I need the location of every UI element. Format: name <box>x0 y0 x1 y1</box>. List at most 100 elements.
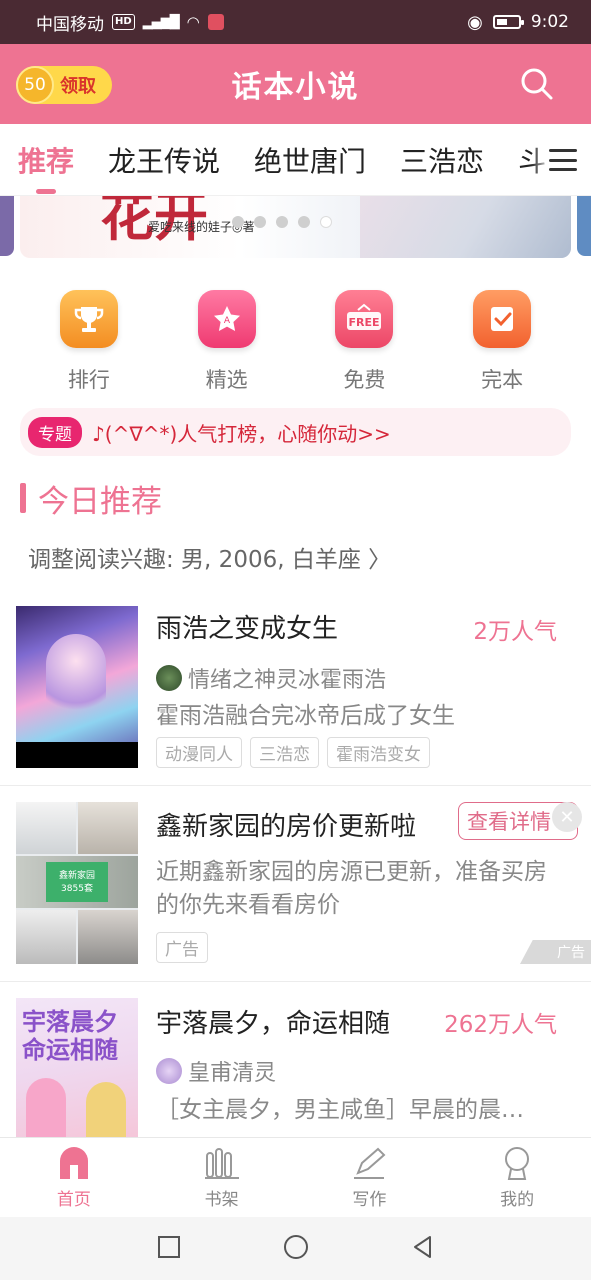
notification-icon <box>207 14 224 30</box>
carousel-dot <box>276 216 288 228</box>
book-tag[interactable]: 三浩恋 <box>250 737 319 768</box>
tab-san-hao-lian[interactable]: 三浩恋 <box>400 140 484 180</box>
status-bar: 中国移动 HD ▂▄▆█ ◠ ◉ 9:02 <box>0 0 591 44</box>
ad-label: 广告 <box>520 940 591 964</box>
book-popularity: 2万人气 <box>473 619 557 645</box>
author-name: 情绪之神灵冰霍雨浩 <box>188 668 387 693</box>
menu-icon <box>549 149 577 171</box>
more-tabs-button[interactable] <box>531 124 591 195</box>
section-accent-bar <box>20 483 26 513</box>
carousel-dot <box>254 216 266 228</box>
banner-next-peek <box>577 196 591 256</box>
carousel-dots <box>232 216 332 228</box>
recent-apps-button[interactable] <box>156 1234 182 1264</box>
carousel-dot-active <box>320 216 332 228</box>
divider <box>0 981 591 982</box>
book-popularity: 262万人气 <box>444 1012 557 1038</box>
banner-prev-peek <box>0 196 14 256</box>
ad-title: 鑫新家园的房价更新啦 <box>156 812 417 842</box>
author-name: 皇甫清灵 <box>188 1061 277 1086</box>
section-header: 今日推荐 <box>20 478 162 520</box>
book-tag[interactable]: 动漫同人 <box>156 737 242 768</box>
close-icon[interactable]: ✕ <box>552 802 582 832</box>
coin-claim-label: 领取 <box>60 76 96 97</box>
category-tabs: 推荐 龙王传说 绝世唐门 三浩恋 斗 <box>0 124 591 196</box>
ad-description-line: 近期鑫新家园的房源已更新，准备买房 <box>156 859 547 885</box>
category-label: 完本 <box>481 368 524 392</box>
battery-icon <box>492 15 524 29</box>
category-free[interactable]: FREE 免费 <box>309 290 419 400</box>
bottom-navigation: 首页 书架 写作 我的 <box>0 1137 591 1217</box>
trophy-icon <box>59 290 118 348</box>
back-button[interactable] <box>410 1234 436 1264</box>
nav-label: 写作 <box>352 1190 387 1210</box>
category-featured[interactable]: A 精选 <box>172 290 282 400</box>
ad-tag: 广告 <box>156 932 208 963</box>
home-icon <box>54 1145 94 1181</box>
coin-reward-button[interactable]: 50 领取 <box>16 66 112 104</box>
category-ranking[interactable]: 排行 <box>34 290 144 400</box>
pencil-icon <box>349 1145 389 1181</box>
topic-text: ♪(^∇^*)人气打榜，心随你动>> <box>92 421 391 446</box>
ad-cover-caption-2: 3855套 <box>61 884 93 894</box>
book-title: 雨浩之变成女生 <box>156 614 339 644</box>
book-description: ［女主晨夕，男主咸鱼］早晨的晨… <box>156 1097 524 1123</box>
hd-icon: HD <box>112 14 135 30</box>
signal-icon: ▂▄▆█ <box>142 14 180 30</box>
check-icon <box>473 290 532 348</box>
banner-carousel[interactable]: 花开 爱吃来线的娃子◎著 <box>0 196 591 260</box>
reading-interest-link[interactable]: 调整阅读兴趣: 男, 2006, 白羊座 〉 <box>28 540 391 574</box>
book-cover <box>16 606 138 768</box>
free-icon: FREE <box>335 290 394 348</box>
divider <box>0 785 591 786</box>
avatar <box>156 1058 182 1084</box>
category-label: 精选 <box>205 368 248 392</box>
coin-icon: 50 <box>16 66 54 104</box>
system-navigation-bar <box>0 1217 591 1280</box>
svg-text:FREE: FREE <box>349 316 380 329</box>
tab-recommend[interactable]: 推荐 <box>18 140 74 194</box>
eye-comfort-icon: ◉ <box>467 11 483 33</box>
ad-tags: 广告 <box>156 932 208 963</box>
topic-banner[interactable]: 专题 ♪(^∇^*)人气打榜，心随你动>> <box>20 408 571 456</box>
category-label: 排行 <box>67 368 110 392</box>
bookshelf-icon <box>202 1145 242 1181</box>
wifi-icon: ◠ <box>186 13 200 31</box>
book-tag[interactable]: 霍雨浩变女 <box>327 737 430 768</box>
carousel-dot <box>232 216 244 228</box>
book-cover-title: 宇落晨夕命运相随 <box>22 1008 118 1064</box>
avatar <box>156 665 182 691</box>
book-title: 宇落晨夕，命运相随 <box>156 1009 391 1039</box>
app-header: 50 领取 话本小说 <box>0 44 591 124</box>
banner-illustration <box>360 196 571 258</box>
app-title: 话本小说 <box>231 70 360 105</box>
book-description: 霍雨浩融合完冰帝后成了女生 <box>156 703 455 729</box>
tab-tang-sect[interactable]: 绝世唐门 <box>254 140 366 180</box>
book-cover: 宇落晨夕命运相随 <box>16 998 138 1138</box>
ad-cover-caption-1: 鑫新家园 <box>58 871 95 881</box>
category-label: 免费 <box>343 368 386 392</box>
star-icon: A <box>197 290 256 348</box>
search-icon[interactable] <box>519 66 555 102</box>
carrier-label: 中国移动 <box>36 14 104 35</box>
nav-home[interactable]: 首页 <box>0 1138 148 1217</box>
home-button[interactable] <box>282 1233 310 1265</box>
ad-description-line: 的你先来看看房价 <box>156 892 340 918</box>
book-author: 皇甫清灵 <box>156 1055 276 1087</box>
carousel-dot <box>298 216 310 228</box>
nav-label: 书架 <box>204 1190 239 1210</box>
section-title: 今日推荐 <box>38 483 162 520</box>
nav-profile[interactable]: 我的 <box>443 1138 591 1217</box>
clock: 9:02 <box>530 12 569 32</box>
ad-description: 近期鑫新家园的房源已更新，准备买房 的你先来看看房价 <box>156 856 576 922</box>
nav-label: 首页 <box>56 1190 91 1210</box>
profile-icon <box>497 1145 537 1181</box>
nav-bookshelf[interactable]: 书架 <box>148 1138 296 1217</box>
nav-label: 我的 <box>500 1190 535 1210</box>
category-completed[interactable]: 完本 <box>447 290 557 400</box>
tab-dragon-king[interactable]: 龙王传说 <box>108 140 220 180</box>
topic-badge: 专题 <box>28 416 82 448</box>
ad-cover: 鑫新家园 3855套 <box>16 802 138 964</box>
book-tags: 动漫同人 三浩恋 霍雨浩变女 <box>156 737 430 768</box>
nav-write[interactable]: 写作 <box>296 1138 444 1217</box>
